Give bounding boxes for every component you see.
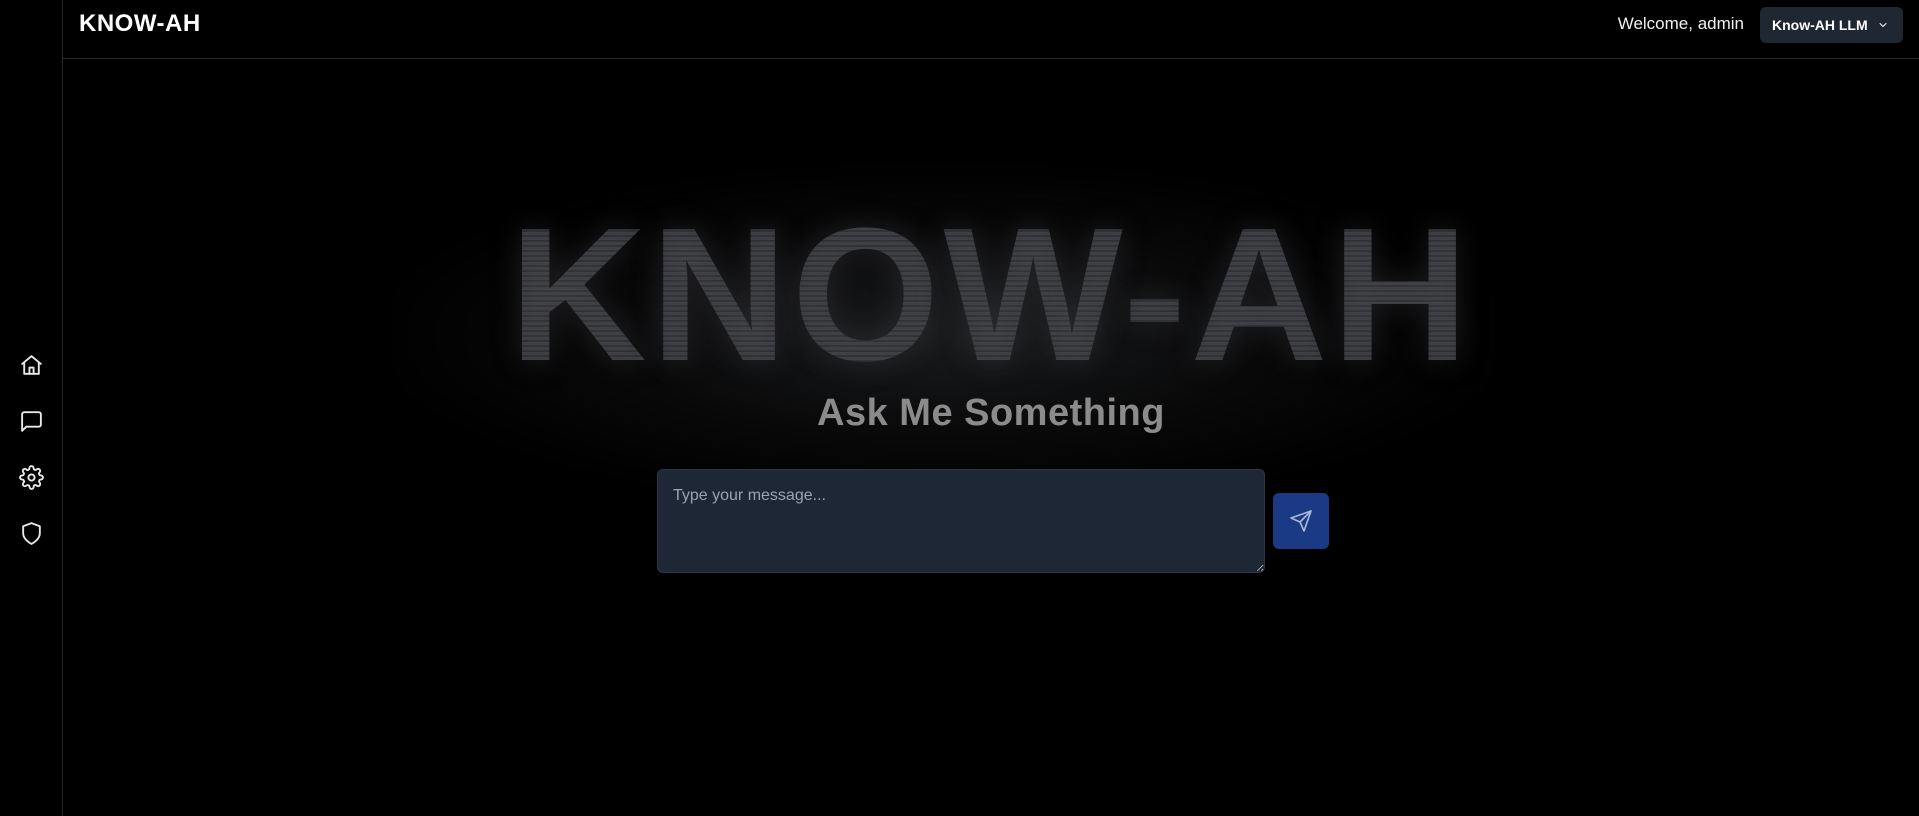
chevron-down-icon xyxy=(1877,19,1889,31)
message-input[interactable] xyxy=(657,469,1265,573)
home-icon xyxy=(21,354,42,375)
gear-icon xyxy=(19,464,44,490)
model-select-value: Know-AH LLM xyxy=(1772,17,1868,33)
sidebar-item-chat[interactable] xyxy=(15,404,49,438)
sidebar-item-security[interactable] xyxy=(15,516,49,550)
message-square-icon xyxy=(21,410,42,432)
sidebar-item-settings[interactable] xyxy=(15,460,49,494)
hero-title: KNOW-AH xyxy=(63,200,1919,390)
main-content: KNOW-AH Ask Me Something xyxy=(63,60,1919,816)
model-select[interactable]: Know-AH LLM xyxy=(1760,7,1903,43)
shield-icon xyxy=(22,521,41,545)
page-subtitle: Ask Me Something xyxy=(817,392,1165,434)
sidebar-item-home[interactable] xyxy=(15,348,49,382)
sidebar xyxy=(0,0,63,816)
app-root: KNOW-AH Welcome, admin Know-AH LLM KNOW-… xyxy=(0,0,1919,816)
send-icon xyxy=(1290,510,1312,532)
sidebar-nav xyxy=(0,348,63,572)
welcome-text: Welcome, admin xyxy=(1617,14,1744,33)
brand-logo[interactable]: KNOW-AH xyxy=(79,10,201,38)
top-bar: KNOW-AH Welcome, admin Know-AH LLM xyxy=(63,0,1919,59)
send-button[interactable] xyxy=(1273,493,1329,549)
message-composer xyxy=(657,469,1265,573)
